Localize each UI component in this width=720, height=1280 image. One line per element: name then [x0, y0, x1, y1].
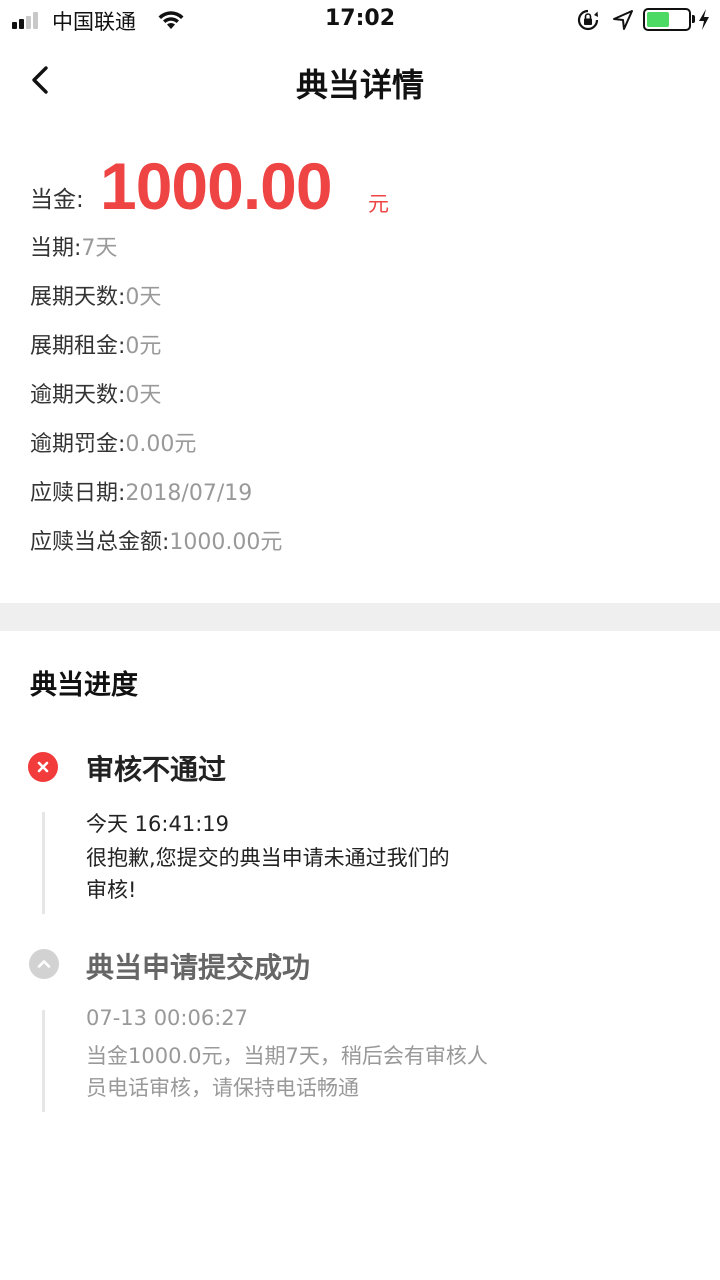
timeline-status-rejected: 审核不通过	[86, 753, 227, 786]
detail-value: 2018/07/19	[125, 481, 253, 506]
battery-icon	[643, 8, 691, 31]
timeline-time: 今天 16:41:19	[86, 812, 229, 836]
timeline-message: 当金1000.0元，当期7天，稍后会有审核人 员电话审核，请保持电话畅通	[86, 1040, 526, 1104]
timeline-message-line: 当金1000.0元，当期7天，稍后会有审核人	[86, 1044, 488, 1068]
timeline-time: 07-13 00:06:27	[86, 1006, 249, 1030]
timeline-status-submitted: 典当申请提交成功	[86, 951, 311, 984]
detail-row-overdue-days: 逾期天数:0天	[30, 379, 161, 413]
battery-cap	[692, 15, 695, 23]
orientation-lock-icon	[577, 9, 599, 31]
detail-label: 展期租金:	[30, 334, 126, 359]
detail-row-redeem-date: 应赎日期:2018/07/19	[30, 477, 252, 511]
navigation-bar: 典当详情	[0, 40, 720, 124]
chevron-up-icon	[29, 949, 59, 979]
detail-row-extension-days: 展期天数:0天	[30, 281, 161, 315]
amount-value: 1000.00	[100, 149, 333, 223]
detail-value: 7天	[81, 236, 118, 261]
progress-section-title: 典当进度	[30, 670, 138, 701]
detail-label: 应赎日期:	[30, 481, 126, 506]
status-bar: 中国联通 17:02	[0, 0, 720, 40]
location-arrow-icon	[613, 10, 633, 30]
detail-value: 0天	[125, 285, 162, 310]
pawn-amount: 当金: 1000.00 元	[30, 148, 690, 224]
amount-label: 当金:	[30, 187, 84, 213]
amount-unit: 元	[368, 192, 389, 216]
timeline-message-line: 员电话审核，请保持电话畅通	[86, 1076, 359, 1100]
detail-value: 0元	[125, 334, 162, 359]
detail-row-extension-rent: 展期租金:0元	[30, 330, 161, 364]
timeline-message-line: 审核!	[86, 878, 137, 902]
battery-level	[647, 12, 669, 27]
timeline-message: 很抱歉,您提交的典当申请未通过我们的 审核!	[86, 842, 526, 906]
timeline-connector	[42, 1010, 45, 1112]
detail-label: 展期天数:	[30, 285, 126, 310]
detail-row-redeem-total: 应赎当总金额:1000.00元	[30, 526, 282, 560]
detail-value: 0.00元	[125, 432, 197, 457]
detail-label: 逾期罚金:	[30, 432, 126, 457]
fail-x-icon	[28, 752, 58, 782]
detail-label: 逾期天数:	[30, 383, 126, 408]
timeline-connector	[42, 812, 45, 914]
charging-bolt-icon	[699, 9, 709, 30]
timeline-message-line: 很抱歉,您提交的典当申请未通过我们的	[86, 846, 450, 870]
detail-label: 当期:	[30, 236, 82, 261]
section-divider	[0, 603, 720, 631]
page-title: 典当详情	[295, 66, 424, 104]
detail-label: 应赎当总金额:	[30, 530, 170, 555]
detail-value: 1000.00元	[169, 530, 283, 555]
detail-row-term: 当期:7天	[30, 232, 117, 266]
detail-value: 0天	[125, 383, 162, 408]
detail-row-overdue-fine: 逾期罚金:0.00元	[30, 428, 196, 462]
